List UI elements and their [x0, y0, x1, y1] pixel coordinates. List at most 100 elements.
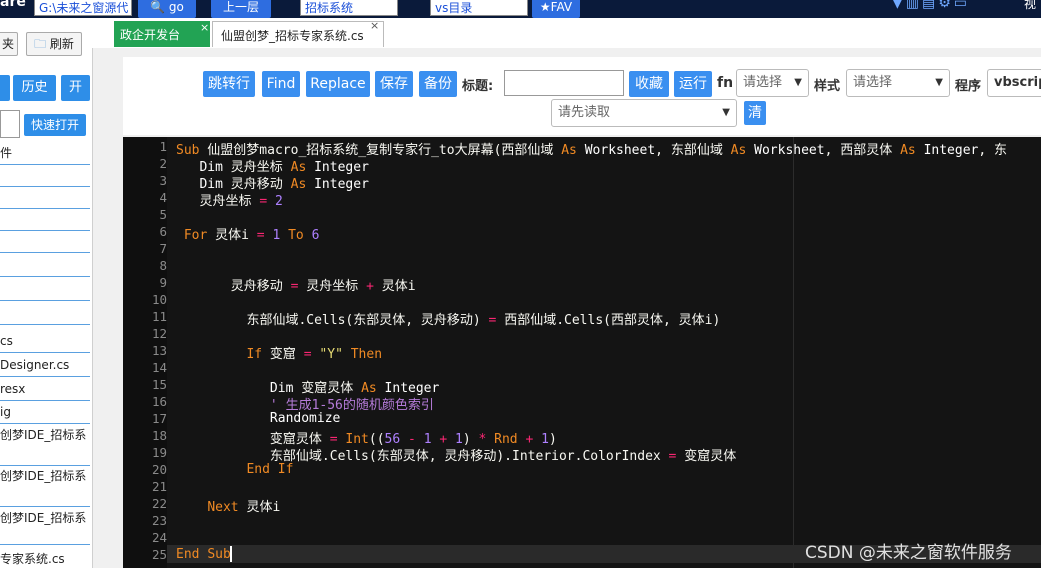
file-item[interactable]: 创梦IDE_招标系 — [0, 424, 90, 466]
line-number: 4 — [159, 190, 167, 205]
line-number: 24 — [151, 530, 167, 545]
line-number: 7 — [159, 241, 167, 256]
code-editor[interactable]: 1 2 3 4 5 6 7 8 9 10 11 12 13 14 15 16 1… — [123, 137, 1041, 568]
tab-dev-console[interactable]: 政企开发台 — [114, 21, 210, 47]
code-line[interactable]: 灵舟坐标 = 2 — [176, 190, 282, 209]
line-number: 15 — [151, 377, 167, 392]
line-number: 9 — [159, 275, 167, 290]
file-item[interactable] — [0, 164, 90, 187]
history-button[interactable]: 历史 — [13, 75, 56, 101]
go-button[interactable]: 🔍 go — [138, 0, 196, 18]
fn-label: fn — [717, 75, 734, 91]
line-number: 19 — [151, 445, 167, 460]
title-input[interactable] — [504, 70, 624, 96]
code-line[interactable]: 灵舟移动 = 灵舟坐标 + 灵体i — [176, 275, 416, 294]
folder-button[interactable]: 夹 — [0, 32, 18, 56]
refresh-button[interactable]: 🗀 刷新 — [26, 32, 82, 56]
quick-open-button[interactable]: 快速打开 — [24, 114, 86, 136]
fn-select-value: 请选择 — [743, 75, 783, 90]
line-number: 16 — [151, 394, 167, 409]
line-number: 6 — [159, 224, 167, 239]
file-item[interactable]: 创梦IDE_招标系 — [0, 466, 90, 507]
file-item[interactable] — [0, 230, 90, 253]
quick-open-input[interactable] — [0, 110, 20, 138]
chevron-down-icon: ▼ — [794, 77, 802, 88]
toolbar-icons[interactable]: ▼▥▤⚙▭ — [892, 0, 970, 11]
file-sidebar: 夹 🗀 刷新 历史 开 快速打开 件 cs Designer.cs resx i… — [0, 18, 93, 568]
go-label: go — [168, 0, 184, 14]
style-label: 样式 — [814, 79, 841, 94]
code-line[interactable]: 东部仙域.Cells(东部灵体, 灵舟移动) = 西部仙域.Cells(西部灵体… — [176, 309, 720, 328]
clear-button[interactable]: 清 — [744, 101, 766, 125]
file-item[interactable]: 创梦IDE_招标系 — [0, 508, 90, 545]
line-number: 12 — [151, 326, 167, 341]
jump-line-button[interactable]: 跳转行 — [203, 71, 255, 97]
code-line[interactable]: If 变窟 = "Y" Then — [176, 343, 382, 362]
close-icon[interactable]: × — [200, 21, 209, 34]
path-input[interactable]: G:\未来之窗源代 — [34, 0, 132, 16]
file-item[interactable]: Designer.cs — [0, 354, 90, 377]
line-number: 11 — [151, 309, 167, 324]
open-button[interactable]: 开 — [61, 75, 90, 101]
replace-button[interactable]: Replace — [306, 71, 370, 97]
code-line[interactable]: For 灵体i = 1 To 6 — [176, 224, 320, 243]
file-item[interactable]: 专家系统.cs — [0, 548, 90, 568]
line-number: 18 — [151, 428, 167, 443]
chevron-down-icon: ▼ — [935, 77, 943, 88]
program-select[interactable]: vbscript — [987, 69, 1041, 97]
editor-toolbar: 跳转行 Find Replace 保存 备份 标题: 收藏 运行 fn 请选择 ▼… — [123, 57, 1041, 135]
tab-file[interactable]: 仙盟创梦_招标专家系统.cs — [212, 21, 384, 47]
line-number: 25 — [151, 547, 167, 562]
find-button[interactable]: Find — [262, 71, 300, 97]
title-label: 标题: — [462, 79, 494, 94]
file-list-header: 件 — [0, 142, 90, 165]
line-number: 1 — [159, 139, 167, 154]
folder-icon: 🗀 — [34, 37, 47, 51]
file-item[interactable] — [0, 278, 90, 301]
code-line[interactable]: Next 灵体i — [176, 496, 280, 515]
close-icon[interactable]: × — [370, 19, 379, 32]
line-number: 22 — [151, 496, 167, 511]
refresh-label: 刷新 — [49, 37, 74, 51]
code-line[interactable]: End If — [176, 462, 293, 477]
search-icon: 🔍 — [150, 0, 166, 14]
file-item[interactable]: ig — [0, 401, 90, 424]
file-item[interactable] — [0, 302, 90, 325]
line-number: 8 — [159, 258, 167, 273]
text-cursor — [230, 546, 232, 562]
view-label[interactable]: 视 — [1024, 0, 1036, 12]
line-number: 5 — [159, 207, 167, 222]
style-select[interactable]: 请选择 ▼ — [846, 69, 950, 97]
line-number: 23 — [151, 513, 167, 528]
line-number: 21 — [151, 479, 167, 494]
save-button[interactable]: 保存 — [375, 71, 413, 97]
chevron-down-icon: ▼ — [722, 107, 730, 118]
line-number: 2 — [159, 156, 167, 171]
line-number: 20 — [151, 462, 167, 477]
file-item[interactable] — [0, 208, 90, 231]
line-number: 13 — [151, 343, 167, 358]
backup-button[interactable]: 备份 — [419, 71, 457, 97]
read-first-select[interactable]: 请先读取 ▼ — [551, 99, 737, 127]
file-item[interactable] — [0, 254, 90, 277]
up-level-button[interactable]: 上一层 — [211, 0, 271, 18]
print-margin — [793, 137, 794, 568]
file-item[interactable] — [0, 186, 90, 209]
file-item[interactable]: cs — [0, 330, 90, 353]
run-button[interactable]: 运行 — [674, 71, 712, 97]
code-line[interactable]: Randomize — [176, 411, 340, 426]
watermark: CSDN @未来之窗软件服务 — [805, 543, 1012, 563]
fav-button[interactable]: ★FAV — [532, 0, 580, 18]
file-item[interactable]: resx — [0, 378, 90, 401]
search-input-1[interactable]: 招标系统 — [300, 0, 398, 16]
line-number: 3 — [159, 173, 167, 188]
style-select-value: 请选择 — [853, 75, 893, 90]
fn-select[interactable]: 请选择 ▼ — [736, 69, 809, 97]
line-number-gutter: 1 2 3 4 5 6 7 8 9 10 11 12 13 14 15 16 1… — [123, 137, 167, 568]
left-button[interactable] — [0, 75, 10, 101]
line-number: 10 — [151, 292, 167, 307]
code-line[interactable]: End Sub — [176, 547, 231, 562]
collect-button[interactable]: 收藏 — [629, 71, 669, 97]
app-brand: are — [0, 0, 26, 10]
search-input-2[interactable]: vs目录 — [430, 0, 528, 16]
